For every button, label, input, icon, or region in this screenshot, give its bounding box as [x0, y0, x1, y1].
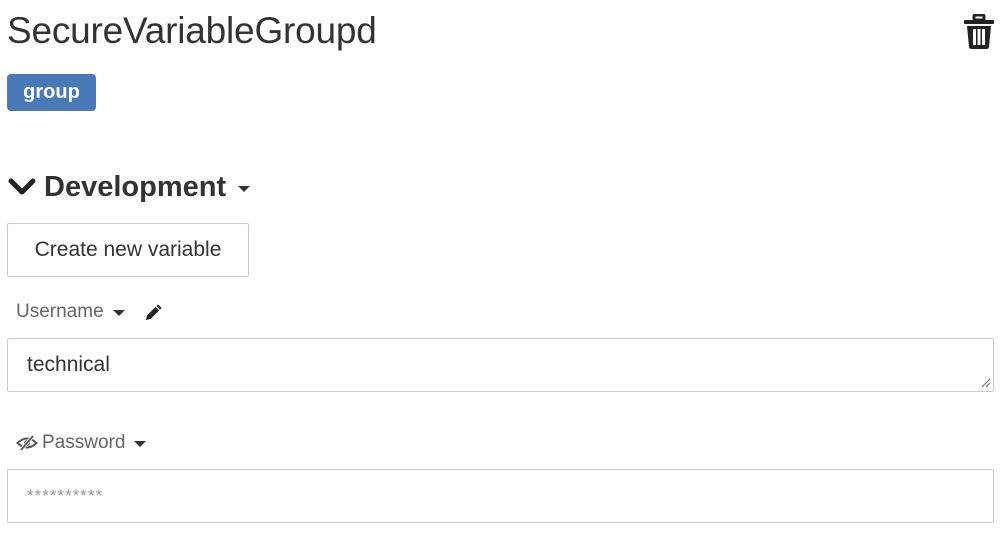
variable-name: Username [16, 301, 104, 322]
delete-group-button[interactable] [962, 13, 996, 50]
chevron-down-icon [8, 178, 36, 195]
password-value-field[interactable] [7, 469, 994, 523]
pencil-icon [145, 304, 162, 320]
group-badge: group [7, 74, 96, 111]
resize-handle[interactable] [980, 377, 991, 388]
edit-variable-button[interactable] [143, 301, 165, 323]
create-variable-button[interactable]: Create new variable [7, 223, 249, 277]
toggle-visibility-button[interactable] [16, 434, 38, 452]
variable-label-username: Username [16, 300, 165, 324]
variable-name: Password [42, 432, 126, 453]
page-title: SecureVariableGroupd [7, 10, 377, 51]
username-value-field[interactable]: technical [7, 338, 994, 392]
section-toggle-development[interactable]: Development [8, 168, 251, 206]
caret-down-icon[interactable] [112, 310, 125, 316]
caret-down-icon[interactable] [134, 441, 147, 447]
caret-down-icon[interactable] [238, 186, 251, 192]
variable-label-password: Password [16, 431, 147, 455]
eye-slash-icon [16, 435, 38, 451]
section-title: Development [44, 170, 227, 203]
trash-icon [964, 13, 994, 49]
